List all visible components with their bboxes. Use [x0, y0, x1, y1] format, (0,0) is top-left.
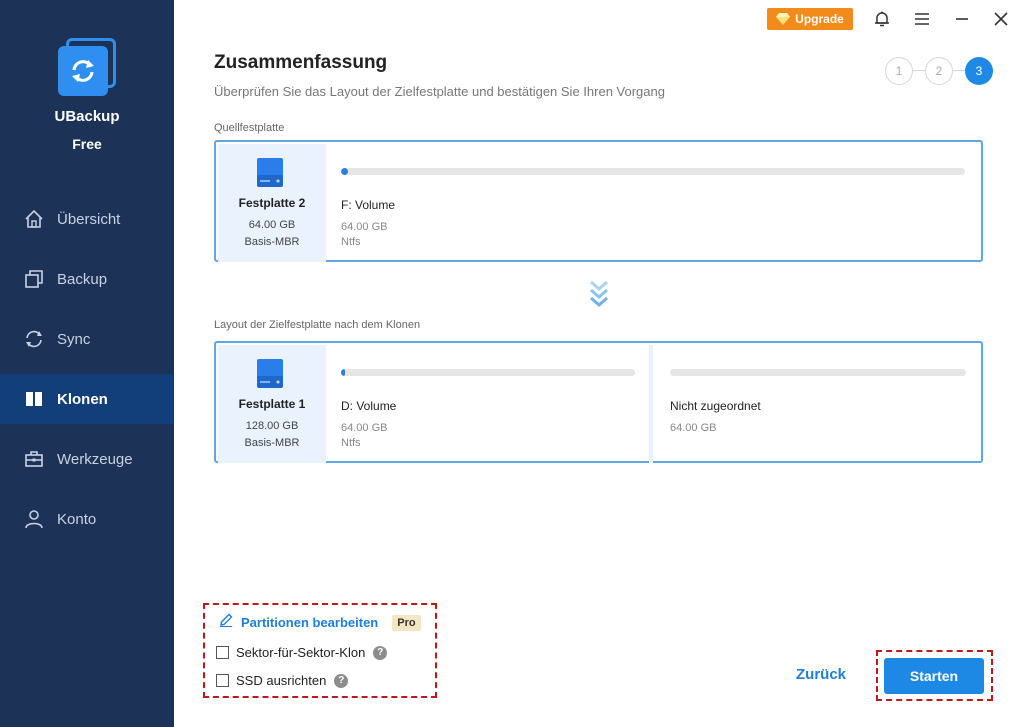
home-icon	[23, 208, 45, 230]
nav-item-label: Sync	[57, 330, 91, 348]
target-disk-card[interactable]: Festplatte 1 128.00 GB Basis-MBR D: Volu…	[214, 341, 983, 463]
step-1: 1	[885, 57, 913, 85]
step-2: 2	[925, 57, 953, 85]
partition-name: Nicht zugeordnet	[670, 399, 761, 413]
nav-item-label: Konto	[57, 510, 97, 528]
partition-size: 64.00 GB	[341, 422, 388, 434]
partition-size: 64.00 GB	[670, 422, 717, 434]
hard-drive-icon	[255, 359, 285, 394]
clone-icon	[23, 388, 45, 410]
partition-usage-fill	[341, 168, 349, 175]
source-disk-card[interactable]: Festplatte 2 64.00 GB Basis-MBR F: Volum…	[214, 140, 983, 262]
hard-drive-icon	[255, 158, 285, 193]
ssd-align-label: SSD ausrichten	[236, 673, 327, 688]
page-title: Zusammenfassung	[214, 52, 388, 73]
toolbox-icon	[23, 448, 45, 470]
nav-item-tools[interactable]: Werkzeuge	[0, 434, 174, 484]
app-edition: Free	[72, 136, 102, 152]
target-disk-name: Festplatte 1	[238, 397, 306, 411]
app-logo	[58, 38, 116, 96]
back-button[interactable]: Zurück	[796, 666, 846, 683]
app-name: UBackup	[54, 108, 120, 125]
edit-partitions-label: Partitionen bearbeiten	[241, 615, 379, 630]
sector-by-sector-checkbox[interactable]: Sektor-für-Sektor-Klon ?	[216, 645, 388, 660]
nav-item-clone[interactable]: Klonen	[0, 374, 174, 424]
step-connector	[952, 70, 966, 71]
target-disk-type: Basis-MBR	[244, 437, 300, 449]
partition-size: 64.00 GB	[341, 221, 388, 233]
nav-item-label: Werkzeuge	[57, 450, 133, 468]
upgrade-label: Upgrade	[795, 12, 844, 26]
nav-item-backup[interactable]: Backup	[0, 254, 174, 304]
page-subtitle: Überprüfen Sie das Layout der Zielfestpl…	[214, 84, 665, 99]
partition-name: F: Volume	[341, 198, 396, 212]
pencil-icon	[219, 613, 233, 632]
close-icon[interactable]	[990, 8, 1012, 30]
double-chevron-down-icon	[589, 280, 609, 315]
source-disk-name: Festplatte 2	[238, 196, 306, 210]
partition-usage-bar	[341, 168, 965, 175]
partition-usage-fill	[341, 369, 345, 376]
target-partition-d[interactable]: D: Volume 64.00 GB Ntfs	[327, 345, 649, 463]
source-disk-type: Basis-MBR	[244, 236, 300, 248]
source-partition[interactable]: F: Volume 64.00 GB Ntfs	[327, 144, 981, 262]
nav-item-label: Übersicht	[57, 210, 121, 228]
menu-icon[interactable]	[911, 8, 933, 30]
partition-divider	[649, 345, 653, 463]
sync-arrows-icon	[72, 60, 94, 82]
upgrade-button[interactable]: Upgrade	[767, 8, 853, 30]
start-button[interactable]: Starten	[884, 658, 984, 694]
backup-icon	[23, 268, 45, 290]
source-disk-info: Festplatte 2 64.00 GB Basis-MBR	[218, 144, 326, 262]
partition-filesystem: Ntfs	[341, 437, 361, 449]
bell-icon[interactable]	[871, 8, 893, 30]
step-connector	[912, 70, 926, 71]
nav-item-overview[interactable]: Übersicht	[0, 194, 174, 244]
nav-item-sync[interactable]: Sync	[0, 314, 174, 364]
nav-item-label: Klonen	[57, 390, 108, 408]
checkbox-box[interactable]	[216, 646, 229, 659]
step-3: 3	[965, 57, 993, 85]
help-icon[interactable]: ?	[334, 673, 349, 688]
help-icon[interactable]: ?	[373, 645, 388, 660]
checkbox-box[interactable]	[216, 674, 229, 687]
partition-filesystem: Ntfs	[341, 236, 361, 248]
nav-item-label: Backup	[57, 270, 108, 288]
minimize-icon[interactable]	[951, 8, 973, 30]
nav-item-account[interactable]: Konto	[0, 494, 174, 544]
target-disk-info: Festplatte 1 128.00 GB Basis-MBR	[218, 345, 326, 463]
source-section-label: Quellfestplatte	[214, 122, 285, 134]
partition-name: D: Volume	[341, 399, 397, 413]
edit-partitions-link[interactable]: Partitionen bearbeiten Pro	[219, 613, 421, 632]
target-section-label: Layout der Zielfestplatte nach dem Klone…	[214, 319, 421, 331]
source-disk-size: 64.00 GB	[248, 219, 296, 231]
partition-usage-bar	[341, 369, 635, 376]
pro-badge: Pro	[392, 614, 421, 631]
diamond-icon	[776, 13, 791, 25]
sector-by-sector-label: Sektor-für-Sektor-Klon	[236, 645, 366, 660]
user-icon	[23, 508, 45, 530]
partition-usage-bar	[670, 369, 966, 376]
ssd-align-checkbox[interactable]: SSD ausrichten ?	[216, 673, 349, 688]
target-partition-unallocated[interactable]: Nicht zugeordnet 64.00 GB	[656, 345, 981, 463]
sync-icon	[23, 328, 45, 350]
target-disk-size: 128.00 GB	[245, 420, 299, 432]
sidebar: UBackup Free Übersicht Backup Sync Klone…	[0, 0, 174, 727]
